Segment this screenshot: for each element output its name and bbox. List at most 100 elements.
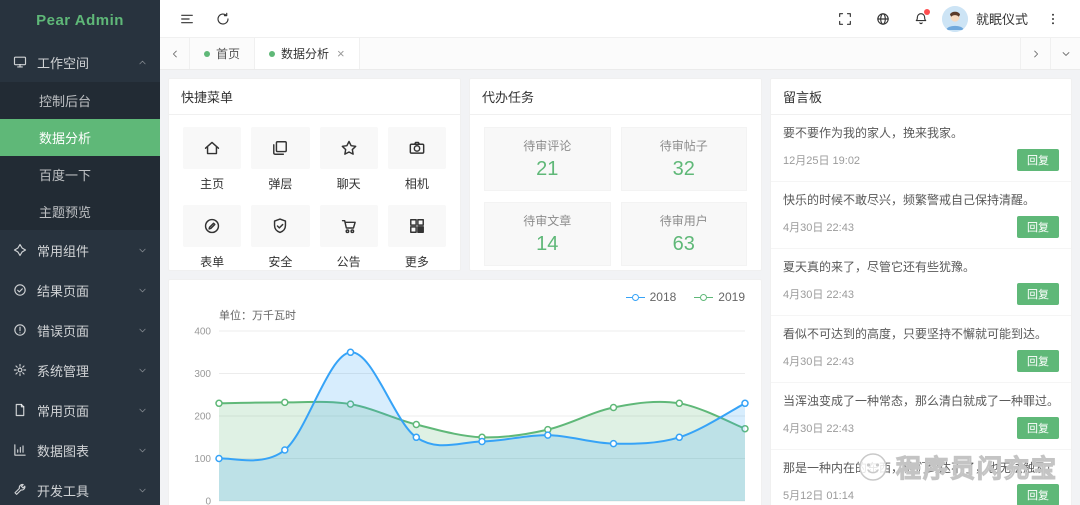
quick-menu-tile xyxy=(320,205,378,247)
devtools-icon xyxy=(12,482,28,498)
sidebar-subitem[interactable]: 控制后台 xyxy=(0,82,160,119)
form-icon xyxy=(202,216,222,236)
sidebar-subitem[interactable]: 主题预览 xyxy=(0,193,160,230)
chevron-down-icon xyxy=(137,325,148,336)
refresh-button[interactable] xyxy=(206,0,240,38)
legend-label: 2018 xyxy=(650,290,677,304)
reply-button[interactable]: 回复 xyxy=(1017,350,1059,372)
quick-menu-item-star[interactable]: 聊天 xyxy=(320,127,378,192)
tabs: 首页数据分析× xyxy=(190,38,360,69)
collapse-menu-icon xyxy=(179,11,195,27)
quick-menu-card: 快捷菜单 主页弹层聊天相机表单安全公告更多 xyxy=(168,78,461,271)
todo-label: 待审帖子 xyxy=(660,137,708,154)
reply-button[interactable]: 回复 xyxy=(1017,216,1059,238)
quick-menu-label: 安全 xyxy=(268,253,292,270)
tabbar-spacer xyxy=(360,38,1020,69)
todo-item[interactable]: 待审评论21 xyxy=(484,127,611,191)
pages-icon xyxy=(12,402,28,418)
camera-icon xyxy=(407,138,427,158)
left-column: 快捷菜单 主页弹层聊天相机表单安全公告更多 代办任务 待审评论21待审帖子32待… xyxy=(168,78,762,505)
quick-menu-item-camera[interactable]: 相机 xyxy=(388,127,446,192)
sidebar-submenu-workspace: 控制后台数据分析百度一下主题预览 xyxy=(0,82,160,230)
message-text: 快乐的时候不敢尽兴，频繁警戒自己保持清醒。 xyxy=(783,191,1059,209)
system-icon xyxy=(12,362,28,378)
tab-close-icon[interactable]: × xyxy=(337,46,345,61)
sidebar-item-results[interactable]: 结果页面 xyxy=(0,270,160,310)
language-button[interactable] xyxy=(866,0,900,38)
tabs-scroll-right-button[interactable] xyxy=(1020,38,1050,69)
quick-menu-item-form[interactable]: 表单 xyxy=(183,205,241,270)
results-icon xyxy=(12,282,28,298)
todo-item[interactable]: 待审用户63 xyxy=(621,202,748,266)
charts-icon xyxy=(12,442,28,458)
sidebar-item-workspace[interactable]: 工作空间 xyxy=(0,42,160,82)
reply-button[interactable]: 回复 xyxy=(1017,417,1059,439)
star-icon xyxy=(339,138,359,158)
svg-text:100: 100 xyxy=(194,454,211,465)
tab[interactable]: 首页 xyxy=(190,38,255,69)
quick-menu-item-shield[interactable]: 安全 xyxy=(251,205,309,270)
sidebar-item-system[interactable]: 系统管理 xyxy=(0,350,160,390)
sidebar-subitem[interactable]: 数据分析 xyxy=(0,119,160,156)
todo-label: 待审文章 xyxy=(523,212,571,229)
sidebar-item-components[interactable]: 常用组件 xyxy=(0,230,160,270)
tabs-scroll-left-button[interactable] xyxy=(160,38,190,69)
quick-menu-tile xyxy=(251,205,309,247)
workspace-icon xyxy=(12,54,28,70)
todo-item[interactable]: 待审文章14 xyxy=(484,202,611,266)
tab-status-dot xyxy=(204,51,210,57)
message-item: 夏天真的来了，尽管它还有些犹豫。 4月30日 22:43回复 xyxy=(771,249,1071,316)
chevron-right-icon xyxy=(1030,48,1042,60)
reply-button[interactable]: 回复 xyxy=(1017,149,1059,171)
sidebar-item-label: 系统管理 xyxy=(37,361,89,380)
chart-card: 20182019 单位：万千瓦时 4003002001000 xyxy=(168,279,762,505)
legend-item-2019[interactable]: 2019 xyxy=(694,290,745,304)
sidebar-item-charts[interactable]: 数据图表 xyxy=(0,430,160,470)
quick-menu-tile xyxy=(388,205,446,247)
layers-icon xyxy=(270,138,290,158)
todo-card: 代办任务 待审评论21待审帖子32待审文章14待审用户63 xyxy=(469,78,762,271)
main-area: 就眠仪式 首页数据分析× 快捷菜单 主页弹层聊天相机表单安全公告更多 代办任务 xyxy=(160,0,1080,505)
message-board-title: 留言板 xyxy=(771,79,1071,115)
app-logo: Pear Admin xyxy=(0,0,160,42)
quick-menu-tile xyxy=(183,205,241,247)
quick-menu-item-layers[interactable]: 弹层 xyxy=(251,127,309,192)
message-footer: 4月30日 22:43回复 xyxy=(783,283,1059,305)
errors-icon xyxy=(12,322,28,338)
chevron-down-icon xyxy=(137,445,148,456)
avatar[interactable] xyxy=(942,6,968,32)
quick-menu-item-home[interactable]: 主页 xyxy=(183,127,241,192)
message-item: 那是一种内在的东西，他们到达不了，也无法触及!5月12日 01:14回复 xyxy=(771,450,1071,505)
sidebar-item-pages[interactable]: 常用页面 xyxy=(0,390,160,430)
more-menu-button[interactable] xyxy=(1036,0,1070,38)
menu-collapse-button[interactable] xyxy=(170,0,204,38)
message-footer: 5月12日 01:14回复 xyxy=(783,484,1059,505)
sidebar-item-errors[interactable]: 错误页面 xyxy=(0,310,160,350)
chevron-down-icon xyxy=(137,365,148,376)
message-text: 夏天真的来了，尽管它还有些犹豫。 xyxy=(783,258,1059,276)
legend-item-2018[interactable]: 2018 xyxy=(626,290,677,304)
legend-marker xyxy=(694,294,713,301)
fullscreen-button[interactable] xyxy=(828,0,862,38)
message-date: 4月30日 22:43 xyxy=(783,353,854,369)
refresh-icon xyxy=(215,11,231,27)
quick-menu-grid: 主页弹层聊天相机表单安全 公告更多 xyxy=(169,115,460,271)
reply-button[interactable]: 回复 xyxy=(1017,484,1059,505)
message-date: 4月30日 22:43 xyxy=(783,420,854,436)
todo-count: 32 xyxy=(673,158,695,181)
quick-menu-item-grid[interactable]: 更多 xyxy=(388,205,446,270)
reply-button[interactable]: 回复 xyxy=(1017,283,1059,305)
username[interactable]: 就眠仪式 xyxy=(976,9,1028,28)
sidebar-item-label: 常用页面 xyxy=(37,401,89,420)
tab[interactable]: 数据分析× xyxy=(255,38,360,69)
notifications-button[interactable] xyxy=(904,0,938,38)
sidebar-item-devtools[interactable]: 开发工具 xyxy=(0,470,160,505)
sidebar-subitem[interactable]: 百度一下 xyxy=(0,156,160,193)
topbar: 就眠仪式 xyxy=(160,0,1080,38)
quick-menu-item-cart[interactable]: 公告 xyxy=(320,205,378,270)
message-text: 看似不可达到的高度，只要坚持不懈就可能到达。 xyxy=(783,325,1059,343)
tabs-menu-button[interactable] xyxy=(1050,38,1080,69)
todo-item[interactable]: 待审帖子 32 xyxy=(621,127,748,191)
message-footer: 4月30日 22:43 回复 xyxy=(783,417,1059,439)
chevron-up-icon xyxy=(137,57,148,68)
